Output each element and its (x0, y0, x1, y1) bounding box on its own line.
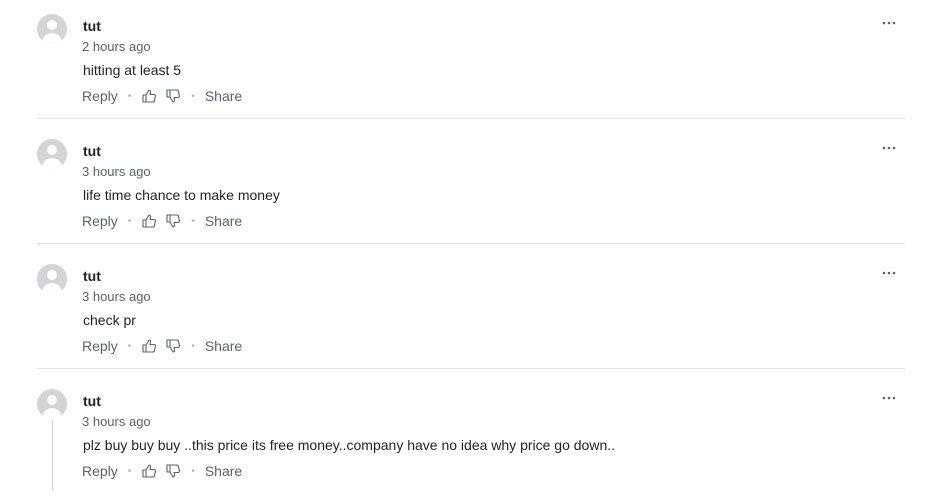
reply-button[interactable]: Reply (82, 338, 118, 354)
share-button[interactable]: Share (205, 213, 242, 229)
comment-timestamp: 2 hours ago (82, 39, 151, 54)
action-separator: • (191, 340, 195, 352)
user-avatar-icon[interactable] (37, 389, 67, 419)
comment-item: tut 3 hours ago life time chance to make… (0, 125, 941, 250)
comment-item: tut 3 hours ago plz buy buy buy ..this p… (0, 375, 941, 500)
comment-divider (37, 118, 905, 119)
comment-item: tut 3 hours ago check pr Reply • • Share (0, 250, 941, 375)
thumbs-up-icon[interactable] (141, 463, 157, 479)
comment-username[interactable]: tut (83, 392, 101, 410)
thumbs-up-icon[interactable] (141, 213, 157, 229)
more-options-icon[interactable] (880, 14, 898, 32)
comment-actions: Reply • • Share (82, 337, 242, 355)
thumbs-down-icon[interactable] (165, 338, 181, 354)
thumbs-down-icon[interactable] (165, 213, 181, 229)
action-separator: • (127, 465, 132, 477)
comment-text: life time chance to make money (83, 187, 280, 203)
more-options-icon[interactable] (880, 139, 898, 157)
comment-actions: Reply • • Share (82, 87, 242, 105)
reply-button[interactable]: Reply (82, 88, 118, 104)
share-button[interactable]: Share (205, 463, 242, 479)
action-separator: • (127, 90, 132, 102)
comment-divider (37, 368, 905, 369)
more-options-icon[interactable] (880, 389, 898, 407)
user-avatar-icon[interactable] (37, 264, 67, 294)
thumbs-down-icon[interactable] (165, 88, 181, 104)
action-separator: • (191, 215, 195, 227)
action-separator: • (127, 215, 132, 227)
share-button[interactable]: Share (205, 338, 242, 354)
user-avatar-icon[interactable] (37, 139, 67, 169)
share-button[interactable]: Share (205, 88, 242, 104)
user-avatar-icon[interactable] (37, 14, 67, 44)
action-separator: • (191, 90, 195, 102)
comment-timestamp: 3 hours ago (82, 164, 151, 179)
action-separator: • (127, 340, 132, 352)
comment-timestamp: 3 hours ago (82, 289, 151, 304)
comment-username[interactable]: tut (83, 17, 101, 35)
comment-text: check pr (83, 312, 136, 328)
comment-timestamp: 3 hours ago (82, 414, 151, 429)
comment-divider (37, 243, 905, 244)
reply-thread-line (52, 420, 53, 491)
reply-button[interactable]: Reply (82, 213, 118, 229)
thumbs-up-icon[interactable] (141, 88, 157, 104)
comment-text: plz buy buy buy ..this price its free mo… (83, 437, 616, 453)
thumbs-down-icon[interactable] (165, 463, 181, 479)
comment-actions: Reply • • Share (82, 212, 242, 230)
comment-username[interactable]: tut (83, 142, 101, 160)
reply-button[interactable]: Reply (82, 463, 118, 479)
action-separator: • (191, 465, 195, 477)
comment-actions: Reply • • Share (82, 462, 242, 480)
comment-username[interactable]: tut (83, 267, 101, 285)
more-options-icon[interactable] (880, 264, 898, 282)
comment-item: tut 2 hours ago hitting at least 5 Reply… (0, 0, 941, 125)
comment-text: hitting at least 5 (83, 62, 182, 78)
thumbs-up-icon[interactable] (141, 338, 157, 354)
